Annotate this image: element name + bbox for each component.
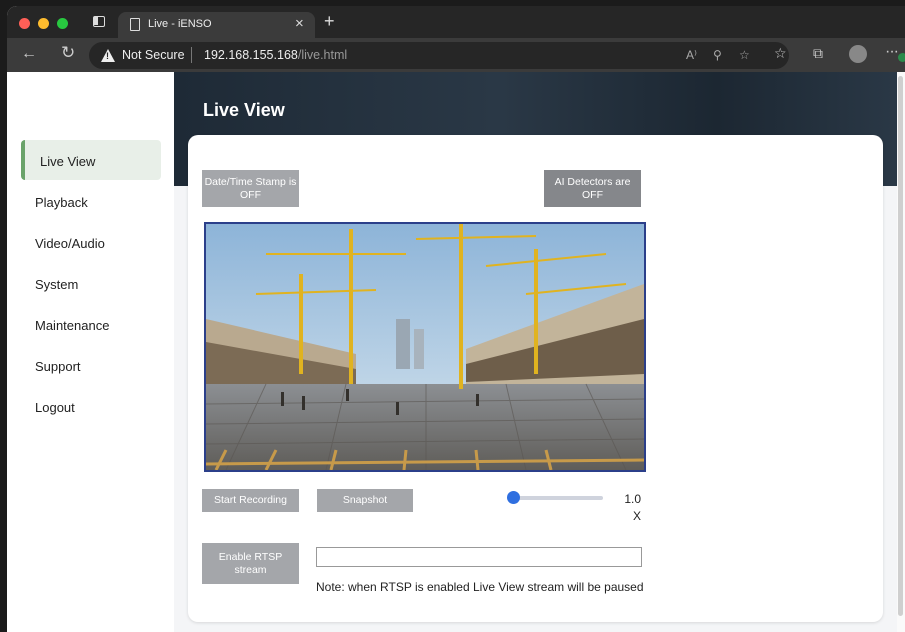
scrollbar-thumb[interactable] <box>898 76 903 616</box>
sidebar-item-live-view[interactable]: Live View <box>21 140 161 180</box>
ai-detectors-toggle-button[interactable]: AI Detectors are OFF <box>544 170 641 207</box>
document-icon <box>130 18 140 31</box>
enable-rtsp-button[interactable]: Enable RTSP stream <box>202 543 299 584</box>
tab-actions-icon[interactable] <box>93 16 105 27</box>
address-bar[interactable]: Not Secure 192.168.155.168/live.html A⁾ … <box>89 42 789 69</box>
minimize-window-button[interactable] <box>38 18 49 29</box>
address-separator <box>191 47 192 63</box>
tab-strip: Live - iENSO × + <box>7 6 905 38</box>
profile-avatar[interactable] <box>849 45 867 63</box>
page-title: Live View <box>203 100 285 120</box>
warning-icon <box>101 49 115 62</box>
browser-window: Live - iENSO × + ← ↻ Not Secure 192.168.… <box>7 6 905 632</box>
sidebar-item-system[interactable]: System <box>21 263 161 303</box>
close-window-button[interactable] <box>19 18 30 29</box>
zoom-window-button[interactable] <box>57 18 68 29</box>
more-menu-icon[interactable]: ··· <box>885 43 899 61</box>
browser-toolbar: ← ↻ Not Secure 192.168.155.168/live.html… <box>7 38 905 72</box>
new-tab-icon[interactable]: + <box>324 11 335 32</box>
browser-tab[interactable]: Live - iENSO × <box>118 12 315 38</box>
sidebar-item-support[interactable]: Support <box>21 345 161 385</box>
sidebar-item-label: Video/Audio <box>35 236 105 251</box>
url-path: /live.html <box>297 48 348 62</box>
collections-icon[interactable]: ⧉ <box>813 45 823 62</box>
zoom-value: 1.0 X <box>624 492 641 523</box>
page-scrollbar[interactable] <box>897 72 905 632</box>
add-favorite-icon[interactable]: ☆ <box>739 48 750 62</box>
page-content: Live View Playback Video/Audio System Ma… <box>7 72 905 632</box>
sidebar-item-maintenance[interactable]: Maintenance <box>21 304 161 344</box>
sidebar-item-logout[interactable]: Logout <box>21 386 161 426</box>
live-view-card: Date/Time Stamp is OFF AI Detectors are … <box>188 135 883 622</box>
sidebar-item-label: System <box>35 277 79 292</box>
read-aloud-icon[interactable]: A⁾ <box>686 48 697 62</box>
favorites-icon[interactable]: ☆ <box>774 45 787 62</box>
sidebar-item-label: Playback <box>35 195 88 210</box>
rtsp-note: Note: when RTSP is enabled Live View str… <box>316 580 644 594</box>
url-text[interactable]: 192.168.155.168/live.html <box>204 48 347 62</box>
tab-title: Live - iENSO <box>148 18 212 30</box>
update-badge-icon <box>898 53 905 62</box>
construction-site-image <box>206 224 644 470</box>
sidebar-item-label: Support <box>35 359 81 374</box>
back-arrow-icon[interactable]: ← <box>21 45 37 63</box>
reload-icon[interactable]: ↻ <box>61 43 75 63</box>
start-recording-button[interactable]: Start Recording <box>202 489 299 512</box>
not-secure-label[interactable]: Not Secure <box>122 48 185 62</box>
zoom-magnifier-icon[interactable]: ⚲ <box>713 48 722 62</box>
rtsp-url-field[interactable] <box>316 547 642 567</box>
sidebar-item-video-audio[interactable]: Video/Audio <box>21 222 161 262</box>
sidebar: Live View Playback Video/Audio System Ma… <box>7 72 174 632</box>
zoom-slider-track[interactable] <box>513 496 603 500</box>
url-host: 192.168.155.168 <box>204 48 298 62</box>
timestamp-toggle-button[interactable]: Date/Time Stamp is OFF <box>202 170 299 207</box>
snapshot-button[interactable]: Snapshot <box>317 489 413 512</box>
sidebar-item-label: Logout <box>35 400 75 415</box>
sidebar-item-playback[interactable]: Playback <box>21 181 161 221</box>
zoom-slider-thumb[interactable] <box>506 491 520 504</box>
live-video-stream <box>204 222 646 472</box>
tab-close-icon[interactable]: × <box>295 15 304 32</box>
sidebar-item-label: Maintenance <box>35 318 110 333</box>
sidebar-item-label: Live View <box>40 154 96 169</box>
